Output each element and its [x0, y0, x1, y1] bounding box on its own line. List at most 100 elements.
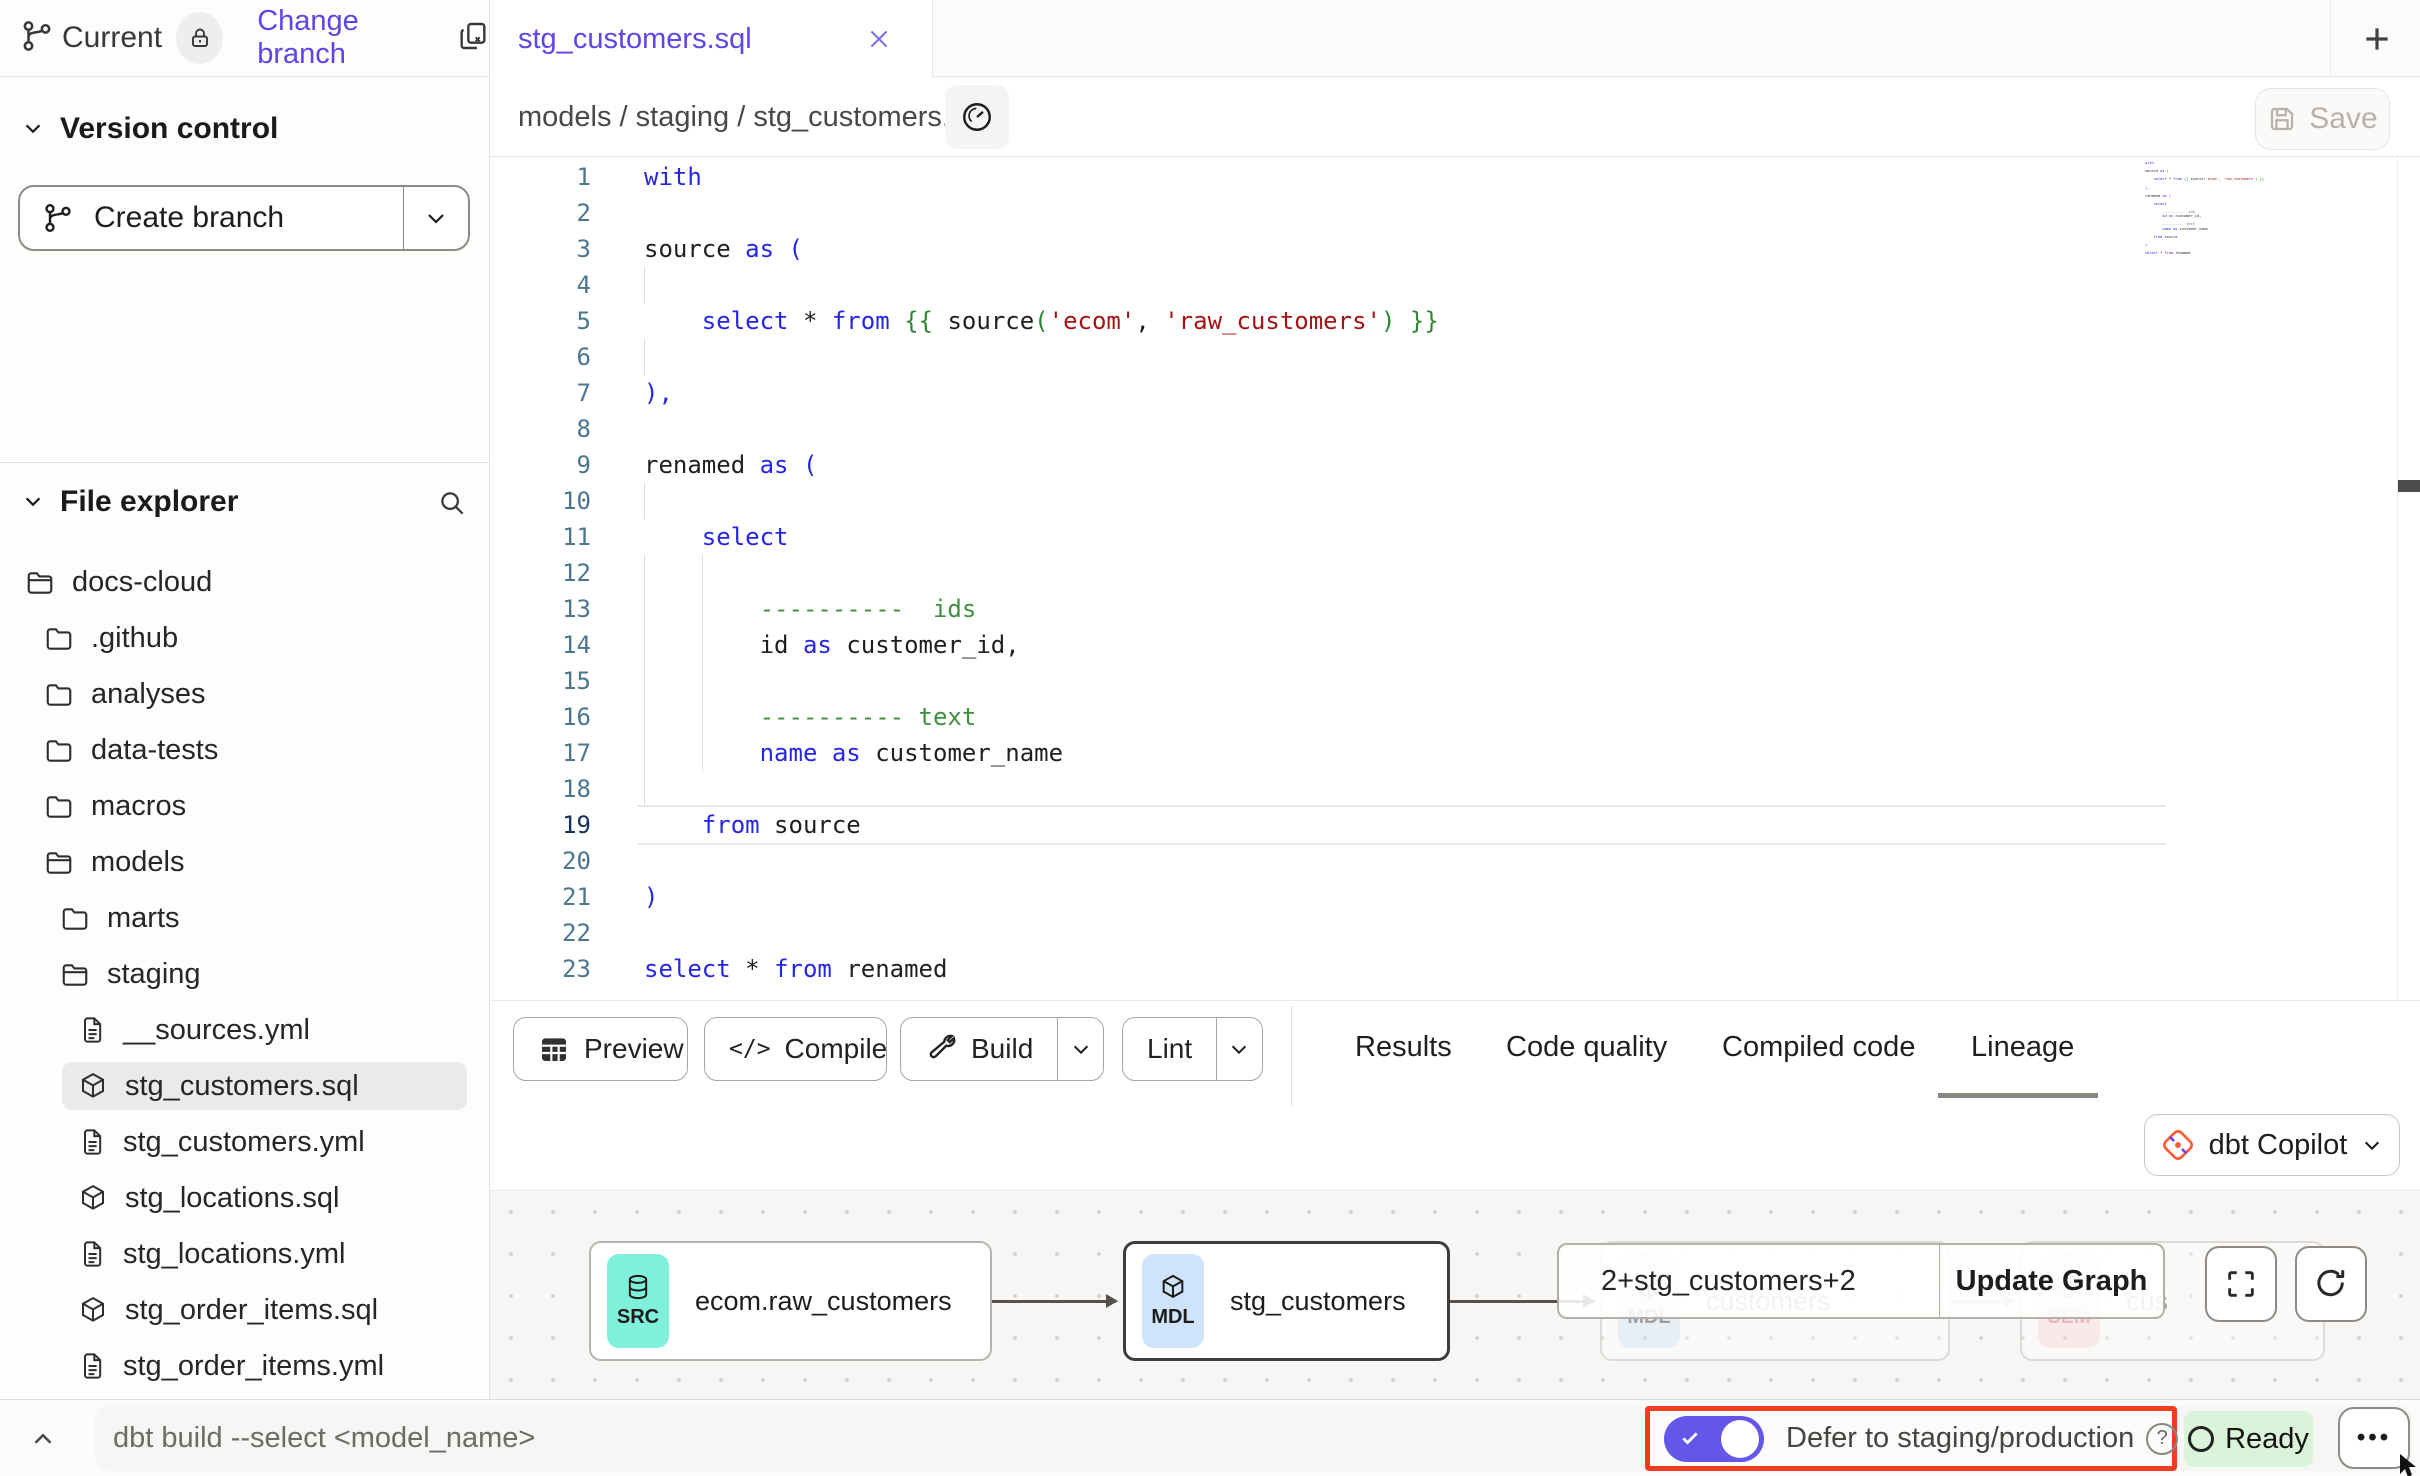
tab-stg-customers-sql[interactable]: stg_customers.sql	[490, 0, 933, 78]
copy-icon[interactable]	[457, 20, 489, 57]
code-line-10[interactable]: 10	[490, 483, 2420, 519]
file-tree-item-stg-order-items-sql[interactable]: stg_order_items.sql	[0, 1282, 489, 1338]
code-line-4[interactable]: 4	[490, 267, 2420, 303]
file-tree-item-models[interactable]: models	[0, 834, 489, 890]
update-graph-button[interactable]: Update Graph	[1940, 1245, 2163, 1317]
lineage-graph[interactable]: SRCecom.raw_customers MDL stg_customersMDL…	[490, 1190, 2420, 1399]
close-icon[interactable]	[866, 26, 892, 52]
panel-toolbar: Preview</>CompileBuild Lint Results Code q…	[490, 1000, 2420, 1110]
preview-button[interactable]: Preview	[513, 1017, 688, 1081]
code-line-7[interactable]: 7),	[490, 375, 2420, 411]
lineage-node-stg-customers[interactable]: MDL stg_customers	[1123, 1241, 1450, 1361]
status-circle-icon	[2188, 1426, 2214, 1452]
code-line-1[interactable]: 1with	[490, 159, 2420, 195]
lineage-selector-input[interactable]: 2+stg_customers+2	[1559, 1245, 1940, 1317]
preview-button-main[interactable]: Preview	[514, 1018, 708, 1080]
file-tree-label: models	[91, 846, 185, 879]
compile-button[interactable]: </>Compile	[704, 1017, 887, 1081]
file-tree-item-staging[interactable]: staging	[0, 946, 489, 1002]
save-button[interactable]: Save	[2255, 88, 2390, 150]
file-tree-label: data-tests	[91, 734, 218, 767]
new-tab-button[interactable]	[2352, 14, 2402, 64]
ready-label: Ready	[2225, 1423, 2309, 1456]
create-branch-button[interactable]: Create branch	[18, 185, 470, 251]
code-line-18[interactable]: 18	[490, 771, 2420, 807]
code-content	[591, 267, 2420, 303]
code-content: ---------- text	[591, 699, 2420, 735]
file-tree-item-stg-locations-yml[interactable]: stg_locations.yml	[0, 1226, 489, 1282]
file-tree-item--github[interactable]: .github	[0, 610, 489, 666]
panel-tab-lineage[interactable]: Lineage	[1971, 1031, 2074, 1064]
file-tree-item-macros[interactable]: macros	[0, 778, 489, 834]
file-explorer-header[interactable]: File explorer	[0, 478, 446, 526]
lineage-node-ecom-raw-customers[interactable]: SRCecom.raw_customers	[589, 1241, 992, 1361]
panel-tab-code-quality[interactable]: Code quality	[1506, 1031, 1667, 1064]
file-tree-item-data-tests[interactable]: data-tests	[0, 722, 489, 778]
build-button-main[interactable]: Build	[901, 1018, 1057, 1080]
code-line-6[interactable]: 6	[490, 339, 2420, 375]
panel-tab-compiled-code[interactable]: Compiled code	[1722, 1031, 1915, 1064]
code-line-2[interactable]: 2	[490, 195, 2420, 231]
code-line-5[interactable]: 5 select * from {{ source('ecom', 'raw_c…	[490, 303, 2420, 339]
line-number: 12	[490, 555, 591, 591]
code-line-14[interactable]: 14 id as customer_id,	[490, 627, 2420, 663]
model-icon	[78, 1071, 108, 1101]
line-number: 7	[490, 375, 591, 411]
dbt-copilot-button[interactable]: dbt Copilot	[2144, 1114, 2400, 1176]
file-tree-item-stg-order-items-yml[interactable]: stg_order_items.yml	[0, 1338, 489, 1394]
performance-gauge-button[interactable]	[945, 85, 1009, 149]
scrollbar-cursor-mark[interactable]	[2398, 480, 2420, 492]
line-number: 20	[490, 843, 591, 879]
file-tree-item-stg-customers-sql[interactable]: stg_customers.sql	[0, 1058, 489, 1114]
code-content: renamed as (	[591, 447, 2420, 483]
refresh-button[interactable]	[2295, 1246, 2367, 1322]
create-branch-dropdown[interactable]	[404, 187, 468, 249]
code-content: from source	[591, 807, 2420, 843]
panel-tab-results[interactable]: Results	[1355, 1031, 1452, 1064]
code-line-22[interactable]: 22	[490, 915, 2420, 951]
build-dropdown[interactable]	[1058, 1018, 1103, 1080]
code-line-15[interactable]: 15	[490, 663, 2420, 699]
code-line-21[interactable]: 21)	[490, 879, 2420, 915]
code-content	[591, 555, 2420, 591]
lint-button[interactable]: Lint	[1122, 1017, 1263, 1081]
lint-button-main[interactable]: Lint	[1123, 1018, 1216, 1080]
file-tree-label: staging	[107, 958, 201, 991]
search-icon[interactable]	[437, 488, 467, 523]
line-number: 22	[490, 915, 591, 951]
code-lines[interactable]: 1with23source as (45 select * from {{ so…	[490, 159, 2420, 987]
code-line-23[interactable]: 23select * from renamed	[490, 951, 2420, 987]
defer-toggle[interactable]	[1664, 1416, 1764, 1462]
file-tree-item--sources-yml[interactable]: __sources.yml	[0, 1002, 489, 1058]
build-button[interactable]: Build	[900, 1017, 1104, 1081]
file-tree-item-analyses[interactable]: analyses	[0, 666, 489, 722]
file-tree-item-marts[interactable]: marts	[0, 890, 489, 946]
help-icon[interactable]: ?	[2146, 1423, 2178, 1455]
chevron-up-icon[interactable]	[28, 1424, 58, 1459]
code-line-17[interactable]: 17 name as customer_name	[490, 735, 2420, 771]
code-line-16[interactable]: 16 ---------- text	[490, 699, 2420, 735]
code-line-8[interactable]: 8	[490, 411, 2420, 447]
line-number: 14	[490, 627, 591, 663]
code-line-12[interactable]: 12	[490, 555, 2420, 591]
version-control-header[interactable]: Version control	[0, 105, 489, 153]
create-branch-main[interactable]: Create branch	[20, 187, 404, 249]
file-tree-item-stg-locations-sql[interactable]: stg_locations.sql	[0, 1170, 489, 1226]
fullscreen-button[interactable]	[2205, 1246, 2277, 1322]
code-line-11[interactable]: 11 select	[490, 519, 2420, 555]
node-label: stg_customers	[1230, 1286, 1406, 1317]
change-branch-link[interactable]: Change branch	[257, 5, 437, 71]
code-line-13[interactable]: 13 ---------- ids	[490, 591, 2420, 627]
lint-dropdown[interactable]	[1217, 1018, 1262, 1080]
compile-button-main[interactable]: </>Compile	[705, 1018, 911, 1080]
minimap[interactable]: with source as ( select * from {{ source…	[2145, 161, 2395, 255]
file-tree-item-docs-cloud[interactable]: docs-cloud	[0, 554, 489, 610]
badge-label: MDL	[1151, 1306, 1194, 1329]
code-line-9[interactable]: 9renamed as (	[490, 447, 2420, 483]
database-icon	[624, 1273, 652, 1301]
code-line-19[interactable]: 19 from source	[490, 807, 2420, 843]
file-tree-item-stg-customers-yml[interactable]: stg_customers.yml	[0, 1114, 489, 1170]
code-line-20[interactable]: 20	[490, 843, 2420, 879]
code-editor[interactable]: 1with23source as (45 select * from {{ so…	[490, 157, 2420, 1000]
code-line-3[interactable]: 3source as (	[490, 231, 2420, 267]
